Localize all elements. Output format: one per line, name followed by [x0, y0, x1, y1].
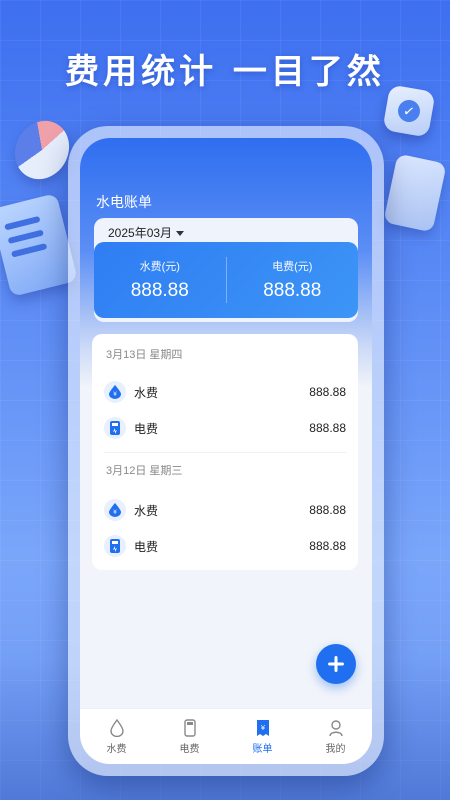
add-bill-button[interactable]	[316, 644, 356, 684]
item-name: 水费	[134, 503, 159, 518]
water-drop-icon: ¥	[104, 381, 126, 403]
svg-text:¥: ¥	[113, 509, 117, 516]
promo-headline: 费用统计 一目了然	[65, 52, 385, 92]
phone-frame: 水电账单 2025年03月 水费(元) 888.88 电费(元) 888.88 …	[68, 126, 384, 776]
item-name: 水费	[134, 385, 159, 400]
month-summary-card: 2025年03月 水费(元) 888.88 电费(元) 888.88	[94, 218, 358, 322]
plus-icon	[328, 656, 344, 672]
water-tab-icon	[109, 718, 124, 737]
item-amount: 888.88	[309, 503, 346, 517]
electric-tab-icon	[183, 718, 196, 737]
item-name: 电费	[134, 421, 159, 436]
water-summary-value: 888.88	[130, 280, 189, 301]
app-screen: 水电账单 2025年03月 水费(元) 888.88 电费(元) 888.88 …	[80, 138, 372, 764]
list-item[interactable]: 电费 888.88	[104, 532, 346, 560]
item-amount: 888.88	[309, 385, 346, 399]
list-item[interactable]: 电费 888.88	[104, 414, 346, 442]
day-header: 3月13日 星期四	[106, 349, 183, 361]
tab-label: 水费	[106, 743, 127, 755]
shield-check-icon: ✓	[382, 84, 436, 138]
tab-electric[interactable]: 电费	[153, 709, 226, 764]
tab-profile[interactable]: 我的	[299, 709, 372, 764]
bill-list: 3月13日 星期四 ¥ 水费 888.88 电费 888.88 3月12日 星期…	[92, 334, 358, 570]
tab-label: 我的	[325, 743, 346, 755]
electric-meter-icon	[104, 417, 126, 439]
tab-water[interactable]: 水费	[80, 709, 153, 764]
divider	[104, 452, 346, 453]
day-header: 3月12日 星期三	[106, 465, 183, 477]
list-item[interactable]: ¥ 水费 888.88	[104, 378, 346, 406]
svg-text:¥: ¥	[260, 724, 265, 732]
page-title: 水电账单	[96, 194, 152, 210]
caret-down-icon	[176, 230, 185, 236]
month-selector[interactable]: 2025年03月	[108, 224, 185, 241]
profile-tab-icon	[328, 719, 343, 736]
water-summary: 水费(元) 888.88	[94, 258, 226, 302]
bill-tab-icon: ¥	[256, 719, 269, 736]
tab-label: 电费	[179, 743, 200, 755]
electric-summary-label: 电费(元)	[272, 261, 313, 273]
water-drop-icon: ¥	[104, 499, 126, 521]
tab-label: 账单	[252, 743, 273, 755]
list-item[interactable]: ¥ 水费 888.88	[104, 496, 346, 524]
summary-panel: 水费(元) 888.88 电费(元) 888.88	[94, 242, 358, 318]
item-name: 电费	[134, 539, 159, 554]
svg-text:¥: ¥	[113, 391, 117, 398]
electric-summary: 电费(元) 888.88	[227, 258, 359, 302]
electric-summary-value: 888.88	[263, 280, 322, 301]
bottom-tab-bar: 水费 电费 ¥ 账单 我的	[80, 708, 372, 764]
tab-bill[interactable]: ¥ 账单	[226, 709, 299, 764]
item-amount: 888.88	[309, 539, 346, 553]
month-label: 2025年03月	[108, 226, 173, 240]
electric-meter-icon	[104, 535, 126, 557]
item-amount: 888.88	[309, 421, 346, 435]
water-summary-label: 水费(元)	[139, 261, 180, 273]
